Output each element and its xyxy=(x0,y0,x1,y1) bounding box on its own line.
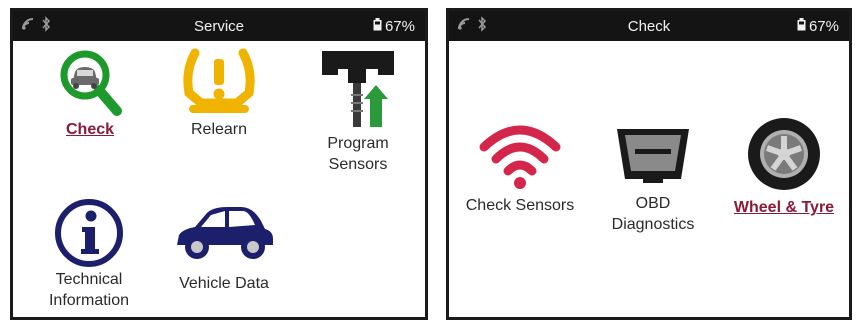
tile-program-sensors[interactable]: Program Sensors xyxy=(299,47,417,175)
tile-check-sensors[interactable]: Check Sensors xyxy=(451,119,589,216)
battery-percent: 67% xyxy=(808,18,839,35)
program-sensor-icon xyxy=(299,47,417,133)
tile-check[interactable]: Check xyxy=(31,47,149,140)
tile-obd-line1: OBD xyxy=(635,195,671,212)
tile-relearn-label: Relearn xyxy=(190,121,248,138)
battery-icon xyxy=(797,18,806,35)
tile-obd-line2: Diagnostics xyxy=(611,216,695,233)
screen-title: Check xyxy=(627,18,671,35)
tile-program-sensors-line1: Program xyxy=(327,135,389,152)
tile-technical-information-label: Technical Information xyxy=(19,269,159,311)
check-screen: Check 67% Check Sensors OBD Diagnostics … xyxy=(446,8,852,320)
tile-obd-diagnostics-label: OBD Diagnostics xyxy=(593,193,713,235)
tile-program-sensors-label: Program Sensors xyxy=(299,133,417,175)
battery-percent: 67% xyxy=(384,18,415,35)
info-icon xyxy=(19,197,159,269)
tile-wheel-tyre[interactable]: Wheel & Tyre xyxy=(717,115,851,218)
tile-check-sensors-label: Check Sensors xyxy=(465,197,575,214)
wireless-signal-icon xyxy=(451,119,589,191)
tile-relearn[interactable]: Relearn xyxy=(159,47,279,140)
tile-vehicle-data[interactable]: Vehicle Data xyxy=(159,197,289,294)
battery-icon xyxy=(373,18,382,35)
status-bar: Service 67% xyxy=(13,11,425,41)
tile-check-label: Check xyxy=(65,121,115,138)
wheel-icon xyxy=(717,115,851,193)
tile-vehicle-data-label: Vehicle Data xyxy=(179,275,269,292)
tile-program-sensors-line2: Sensors xyxy=(328,156,388,173)
magnifier-car-icon xyxy=(31,47,149,119)
car-icon xyxy=(159,203,289,265)
tile-wheel-tyre-label: Wheel & Tyre xyxy=(733,199,835,216)
tile-technical-information-line1: Technical xyxy=(55,271,123,288)
tile-technical-information-line2: Information xyxy=(48,292,130,309)
service-screen: Service 67% Check Relearn Program Sensor… xyxy=(10,8,428,320)
tile-technical-information[interactable]: Technical Information xyxy=(19,197,159,311)
status-bar: Check 67% xyxy=(449,11,849,41)
obd-connector-icon xyxy=(593,119,713,189)
tile-obd-diagnostics[interactable]: OBD Diagnostics xyxy=(593,119,713,235)
tpms-warning-icon xyxy=(159,47,279,119)
screen-title: Service xyxy=(193,18,245,35)
